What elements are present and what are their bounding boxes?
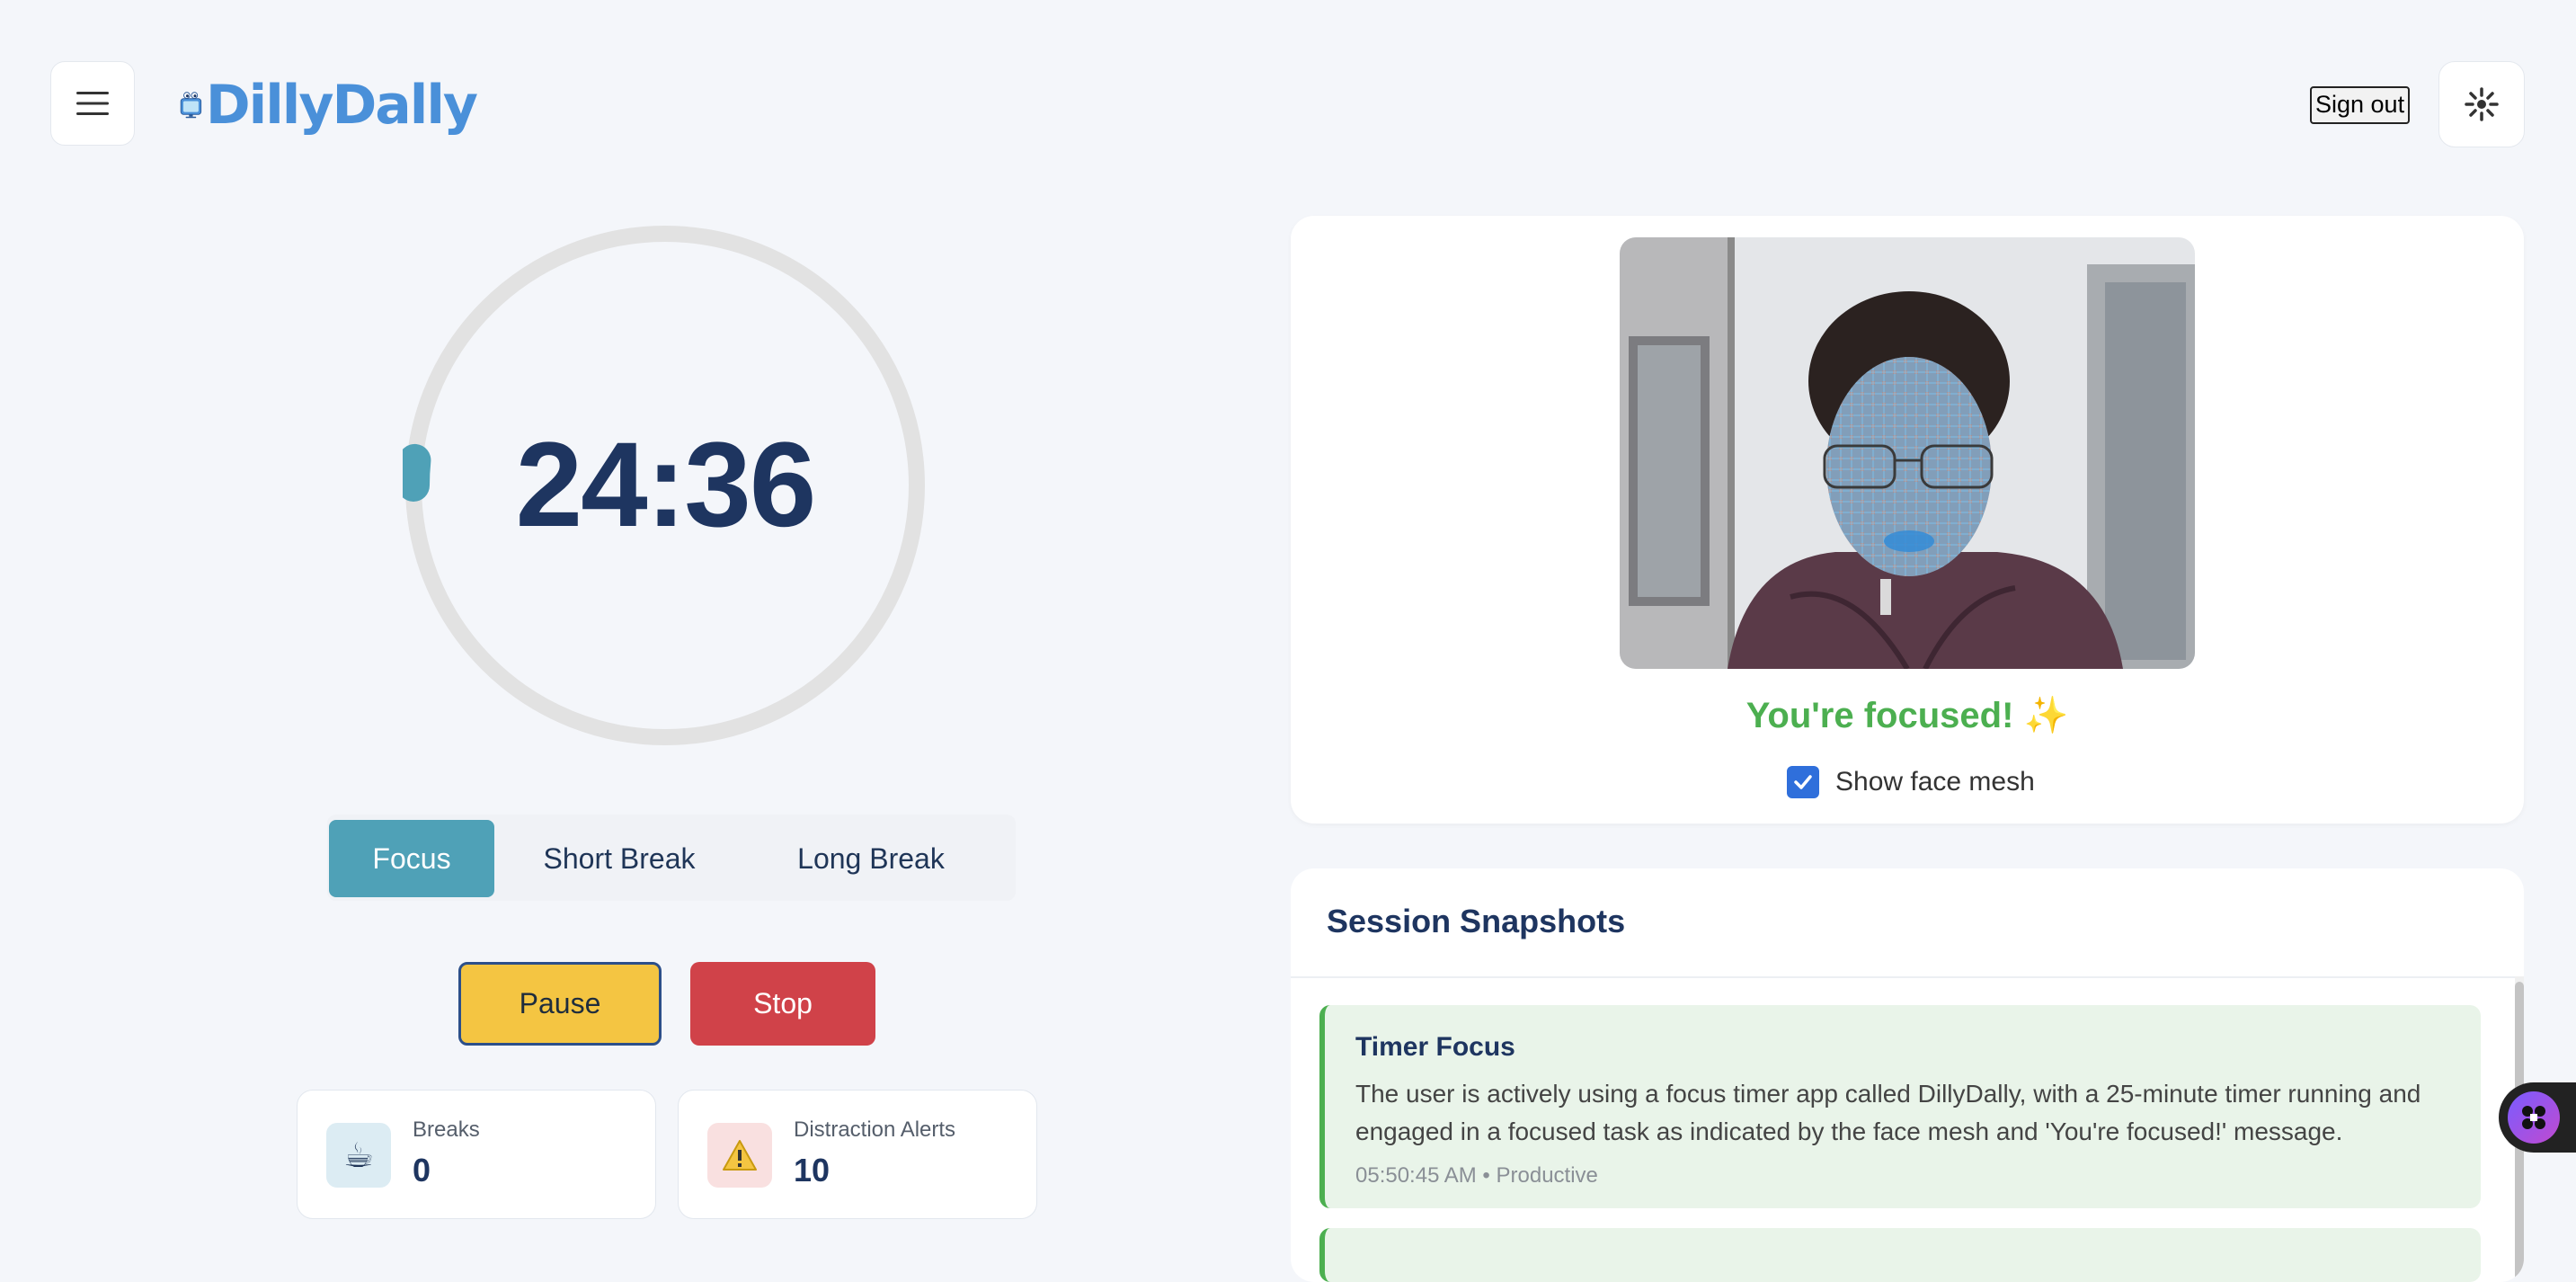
timer-display: 24:36: [515, 418, 817, 552]
show-face-mesh-toggle[interactable]: Show face mesh: [1787, 766, 2035, 798]
session-snapshots-title: Session Snapshots: [1327, 903, 1626, 939]
menu-button[interactable]: [50, 61, 135, 146]
pause-button[interactable]: Pause: [458, 962, 662, 1046]
snapshot-title: Timer Focus: [1355, 1032, 1515, 1062]
sun-icon: [2465, 87, 2499, 121]
snapshot-meta: 05:50:45 AM • Productive: [1355, 1163, 1598, 1188]
warning-icon: [707, 1123, 772, 1188]
app-logo[interactable]: DillyDally: [180, 56, 478, 155]
snapshot-description: The user is actively using a focus timer…: [1355, 1080, 2421, 1145]
distraction-alerts-card: Distraction Alerts 10: [678, 1090, 1037, 1219]
webcam-feed: [1620, 237, 2195, 669]
session-snapshots-card: Session Snapshots Timer Focus The user i…: [1291, 868, 2524, 1282]
snapshot-item: Timer Focus The user is actively using a…: [1319, 1005, 2481, 1208]
coffee-icon: ☕: [326, 1123, 391, 1188]
divider: [1291, 976, 2524, 978]
stop-button[interactable]: Stop: [690, 962, 875, 1046]
tab-long-break[interactable]: Long Break: [777, 820, 965, 897]
camera-card: You're focused! ✨ Show face mesh: [1291, 216, 2524, 824]
assistant-icon: [2508, 1091, 2560, 1144]
monitor-mascot-icon: [180, 92, 202, 119]
logo-text: DillyDally: [205, 74, 478, 137]
tab-short-break[interactable]: Short Break: [525, 820, 714, 897]
mode-tabs: Focus Short Break Long Break: [327, 815, 1016, 901]
checkmark-icon: [1794, 775, 1812, 789]
breaks-label: Breaks: [413, 1117, 480, 1142]
breaks-card: ☕ Breaks 0: [297, 1090, 656, 1219]
show-face-mesh-label: Show face mesh: [1835, 767, 2035, 797]
breaks-value: 0: [413, 1152, 431, 1189]
distraction-alerts-value: 10: [794, 1152, 831, 1189]
sign-out-button[interactable]: Sign out: [2310, 86, 2411, 124]
timer-progress-arc: [403, 443, 431, 502]
snapshot-item: [1319, 1228, 2481, 1282]
focus-status-text: You're focused! ✨: [1745, 696, 2069, 735]
floating-assistant-button[interactable]: [2499, 1082, 2576, 1153]
distraction-alerts-label: Distraction Alerts: [794, 1117, 956, 1142]
hamburger-menu-icon: [76, 92, 109, 115]
tab-focus[interactable]: Focus: [329, 820, 494, 897]
show-face-mesh-checkbox[interactable]: [1787, 766, 1819, 798]
theme-toggle-button[interactable]: [2438, 61, 2525, 147]
